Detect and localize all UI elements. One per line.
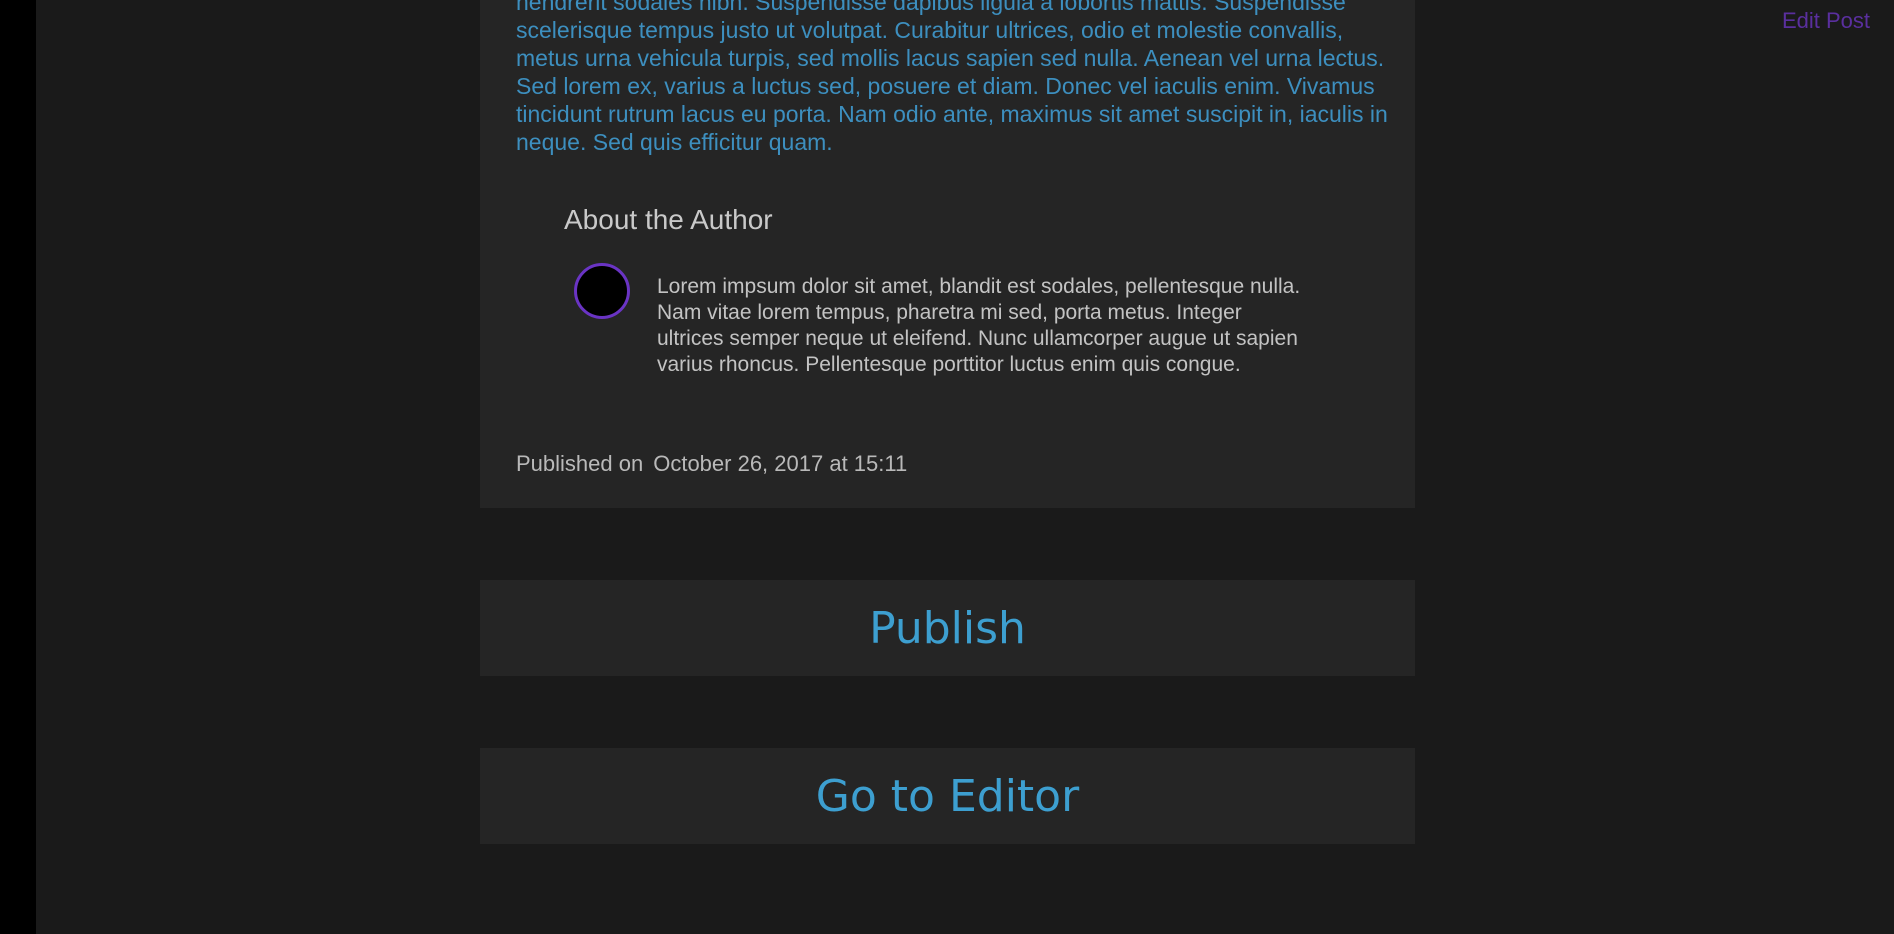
published-date: October 26, 2017 at 15:11 — [653, 451, 908, 476]
go-to-editor-button[interactable]: Go to Editor — [480, 748, 1415, 844]
edit-post-link[interactable]: Edit Post — [1782, 8, 1870, 34]
article-body-text: hendrerit sodales nibh. Suspendisse dapi… — [516, 0, 1388, 155]
author-bio: Lorem impsum dolor sit amet, blandit est… — [657, 275, 1301, 376]
article-card: hendrerit sodales nibh. Suspendisse dapi… — [480, 0, 1415, 508]
published-info: Published on October 26, 2017 at 15:11 — [516, 451, 907, 477]
author-avatar — [574, 263, 630, 319]
publish-button[interactable]: Publish — [480, 580, 1415, 676]
left-edge-strip — [0, 0, 36, 934]
published-label: Published on — [516, 451, 644, 476]
about-author-heading: About the Author — [564, 204, 773, 235]
